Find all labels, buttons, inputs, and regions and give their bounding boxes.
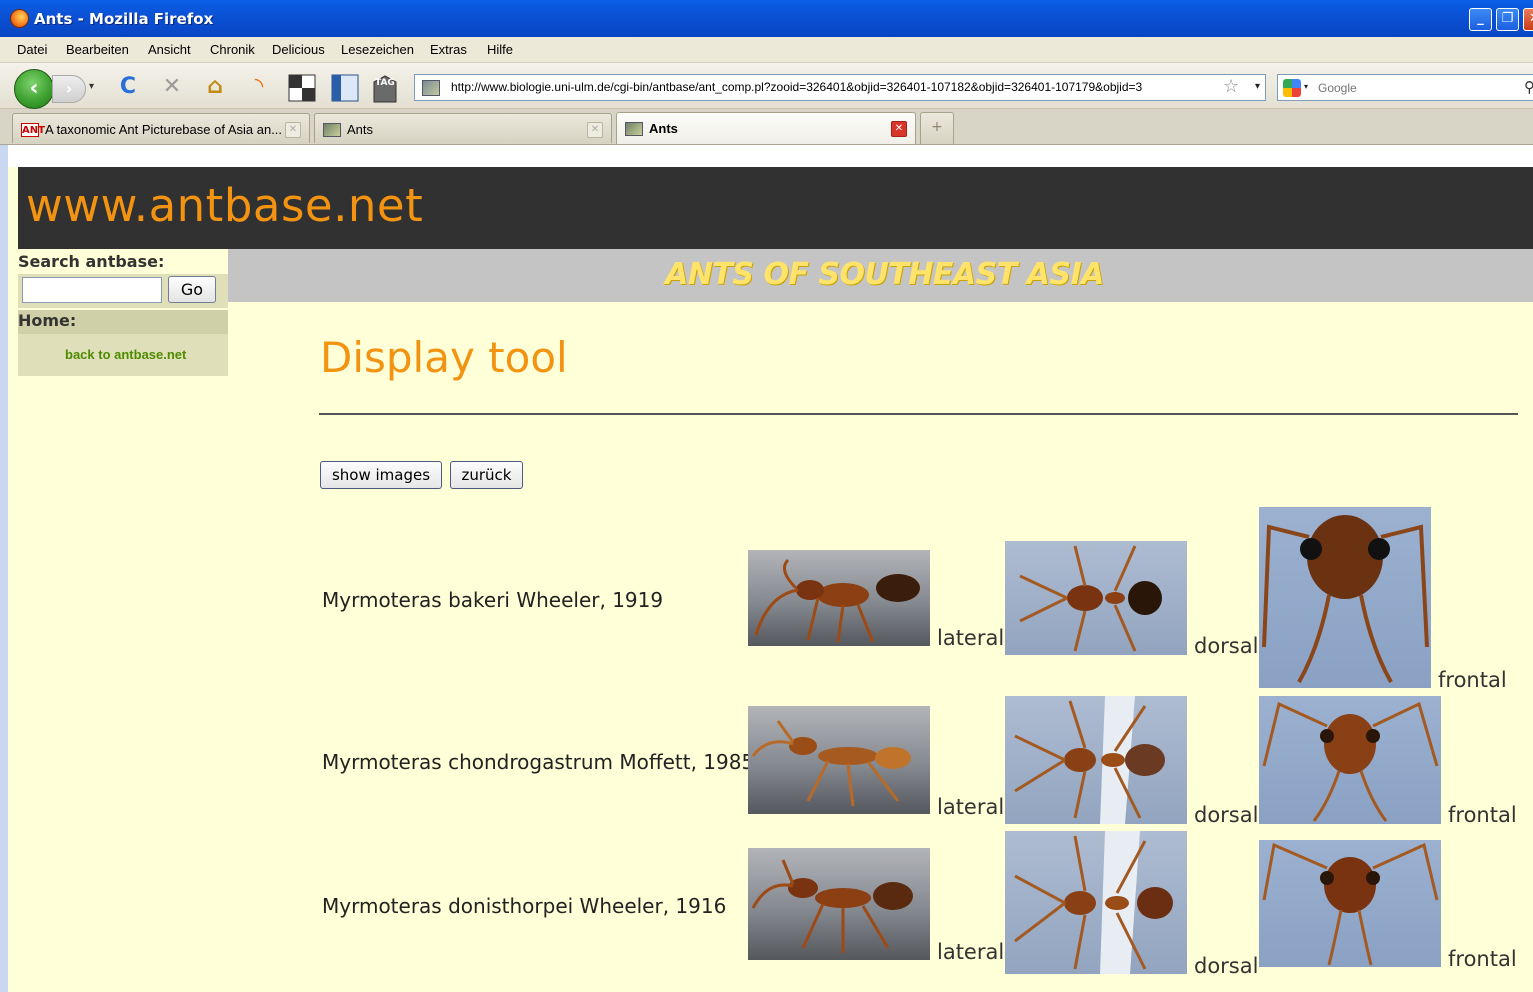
sidebar-search: Go <box>18 274 228 308</box>
stop-icon[interactable]: ✕ <box>157 74 187 104</box>
dorsal-image[interactable] <box>1005 696 1187 824</box>
forward-button[interactable]: › <box>52 75 86 103</box>
species-name: Myrmoteras bakeri Wheeler, 1919 <box>322 588 664 612</box>
tab-close-icon[interactable]: ✕ <box>285 122 301 138</box>
menu-delicious[interactable]: Delicious <box>272 42 325 57</box>
url-text[interactable]: http://www.biologie.uni-ulm.de/cgi-bin/a… <box>451 80 1221 94</box>
window-title: Ants - Mozilla Firefox <box>34 10 214 28</box>
tab-label: Ants <box>649 121 678 136</box>
species-name: Myrmoteras chondrogastrum Moffett, 1985 <box>322 750 755 774</box>
back-to-antbase-link[interactable]: back to antbase.net <box>65 347 186 362</box>
url-dropdown-icon[interactable]: ▾ <box>1255 81 1260 92</box>
view-label-lateral: lateral <box>937 626 1005 650</box>
home-icon[interactable]: ⌂ <box>200 74 230 104</box>
tab-ant-picturebase[interactable]: ANT A taxonomic Ant Picturebase of Asia … <box>12 113 310 143</box>
reload-icon[interactable]: C <box>113 74 143 104</box>
menu-bearbeiten[interactable]: Bearbeiten <box>66 42 129 57</box>
view-label-dorsal: dorsal <box>1194 634 1259 658</box>
tab-label: Ants <box>347 122 374 137</box>
search-antbase-label: Search antbase: <box>18 252 165 271</box>
window-title-bar: Ants - Mozilla Firefox _ ❐ ✕ <box>0 0 1533 37</box>
firefox-icon <box>10 9 29 28</box>
frontal-image[interactable] <box>1259 696 1441 824</box>
divider <box>319 413 1518 415</box>
search-icon[interactable]: ⚲ <box>1524 78 1533 96</box>
minimize-button[interactable]: _ <box>1469 8 1492 31</box>
maximize-button[interactable]: ❐ <box>1496 8 1519 31</box>
site-subheader: ANTS OF SOUTHEAST ASIA <box>228 249 1533 302</box>
page-viewport: www.antbase.net ANTS OF SOUTHEAST ASIA S… <box>8 145 1533 992</box>
antbase-search-input[interactable] <box>22 277 162 303</box>
tab-close-icon[interactable]: ✕ <box>891 121 907 137</box>
new-tab-button[interactable]: + <box>920 112 954 144</box>
go-button[interactable]: Go <box>168 276 216 303</box>
history-dropdown-icon[interactable]: ▾ <box>89 81 94 92</box>
lateral-image[interactable] <box>748 706 930 814</box>
tab-close-icon[interactable]: ✕ <box>587 122 603 138</box>
menu-extras[interactable]: Extras <box>430 42 467 57</box>
tab-ants[interactable]: Ants ✕ <box>314 113 612 143</box>
view-label-dorsal: dorsal <box>1194 803 1259 827</box>
view-label-frontal: frontal <box>1448 803 1517 827</box>
bookmark-star-icon[interactable]: ☆ <box>1223 76 1239 97</box>
site-header: www.antbase.net <box>18 167 1533 249</box>
site-tagline: ANTS OF SOUTHEAST ASIA <box>665 257 1104 292</box>
view-label-frontal: frontal <box>1438 668 1507 692</box>
site-logo[interactable]: www.antbase.net <box>26 179 423 232</box>
view-label-frontal: frontal <box>1448 947 1517 971</box>
menu-bar: Datei Bearbeiten Ansicht Chronik Delicio… <box>0 37 1533 63</box>
tab-ants-active[interactable]: Ants ✕ <box>616 112 916 144</box>
bookmark-grid-icon[interactable] <box>287 74 317 104</box>
rss-icon[interactable]: ◝ <box>244 74 274 104</box>
engine-dropdown-icon[interactable]: ▾ <box>1304 82 1308 91</box>
image-favicon-icon <box>625 122 643 136</box>
menu-lesezeichen[interactable]: Lesezeichen <box>341 42 414 57</box>
dorsal-image[interactable] <box>1005 831 1187 974</box>
frontal-image[interactable] <box>1259 840 1441 967</box>
frontal-image[interactable] <box>1259 507 1431 688</box>
google-engine-icon[interactable] <box>1283 79 1301 97</box>
close-window-button[interactable]: ✕ <box>1523 8 1533 31</box>
menu-hilfe[interactable]: Hilfe <box>487 42 513 57</box>
menu-ansicht[interactable]: Ansicht <box>148 42 191 57</box>
search-input[interactable] <box>1318 78 1518 98</box>
menu-datei[interactable]: Datei <box>17 42 47 57</box>
url-bar[interactable]: http://www.biologie.uni-ulm.de/cgi-bin/a… <box>414 74 1266 101</box>
show-images-button[interactable]: show images <box>320 461 442 489</box>
view-label-lateral: lateral <box>937 795 1005 819</box>
home-label: Home: <box>18 310 228 334</box>
navigation-toolbar: ‹ › ▾ C ✕ ⌂ ◝ TAG http://www.biologie.un… <box>0 63 1533 109</box>
tab-bar: ANT A taxonomic Ant Picturebase of Asia … <box>0 109 1533 145</box>
ant-favicon-icon: ANT <box>21 123 45 137</box>
tag-icon[interactable]: TAG <box>370 74 400 104</box>
site-favicon-icon <box>422 80 440 96</box>
dorsal-image[interactable] <box>1005 541 1187 655</box>
search-bar[interactable]: ▾ ⚲ <box>1277 74 1533 101</box>
view-label-dorsal: dorsal <box>1194 954 1259 978</box>
sidebar-toggle-icon[interactable] <box>330 74 360 104</box>
sidebar-home: back to antbase.net <box>18 334 228 376</box>
view-label-lateral: lateral <box>937 940 1005 964</box>
back-button[interactable]: ‹ <box>14 69 54 109</box>
lateral-image[interactable] <box>748 550 930 646</box>
back-button-zurueck[interactable]: zurück <box>450 461 523 489</box>
lateral-image[interactable] <box>748 848 930 960</box>
menu-chronik[interactable]: Chronik <box>210 42 255 57</box>
image-favicon-icon <box>323 123 341 137</box>
species-name: Myrmoteras donisthorpei Wheeler, 1916 <box>322 894 727 918</box>
page-title: Display tool <box>320 333 568 382</box>
tab-label: A taxonomic Ant Picturebase of Asia an..… <box>45 122 283 137</box>
